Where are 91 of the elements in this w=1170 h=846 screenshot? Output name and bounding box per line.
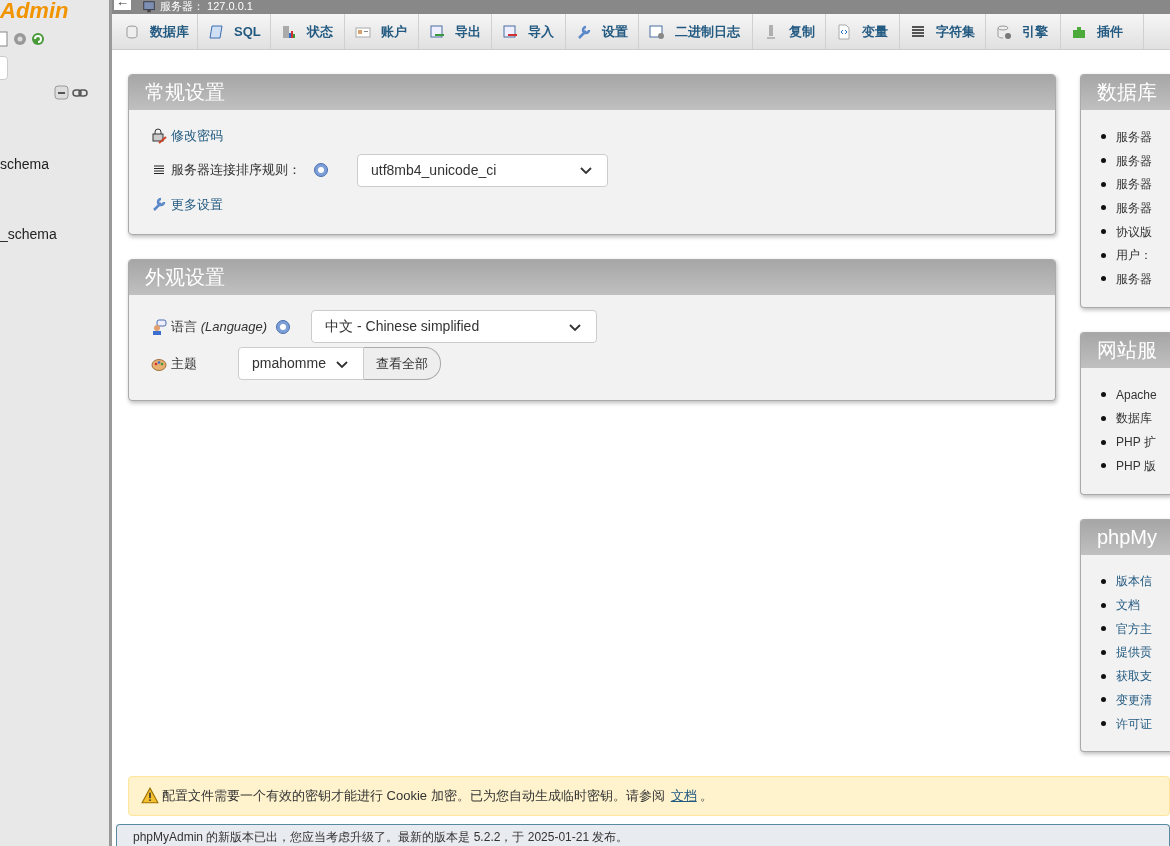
import-icon	[502, 23, 518, 40]
panel-title: phpMy	[1081, 519, 1170, 555]
nav-tab[interactable]: 复制	[753, 14, 826, 49]
info-item: 服务器	[1116, 176, 1152, 194]
bullet-icon	[1101, 673, 1106, 679]
list-icon	[910, 23, 926, 40]
bullet-icon	[1101, 439, 1106, 445]
nav-tab[interactable]: 导入	[492, 14, 566, 49]
bullet-icon	[1101, 205, 1106, 211]
info-item: PHP 版	[1116, 457, 1156, 475]
bullet-icon	[1101, 252, 1106, 258]
info-item: 服务器	[1116, 270, 1152, 288]
nav-tab[interactable]: SQL	[198, 14, 271, 49]
info-link[interactable]: 提供贡	[1116, 643, 1152, 662]
nav-tab[interactable]: 插件	[1061, 14, 1144, 49]
nav-tab[interactable]: 设置	[566, 14, 639, 49]
info-item: 用户：	[1116, 247, 1152, 265]
chart-icon	[281, 23, 297, 40]
bullet-icon	[1101, 649, 1106, 655]
info-item: 协议版	[1116, 223, 1152, 241]
logo-text: Admin	[0, 0, 69, 25]
lock-pen-icon	[151, 127, 167, 144]
help-icon	[313, 162, 329, 178]
database-item[interactable]: _schema	[0, 224, 57, 245]
code-file-icon	[836, 23, 852, 40]
info-link[interactable]: 版本信	[1116, 572, 1152, 591]
bullet-icon	[1101, 276, 1106, 282]
info-link[interactable]: 文档	[1116, 596, 1140, 615]
server-label[interactable]: 服务器： 127.0.0.1	[160, 0, 253, 13]
warning-icon	[141, 787, 159, 805]
bullet-icon	[1101, 578, 1106, 584]
theme-label: 主题	[171, 354, 197, 373]
nav-tab[interactable]: 引擎	[986, 14, 1061, 49]
info-link[interactable]: 变更清	[1116, 690, 1152, 709]
server-icon	[142, 0, 156, 14]
bullet-icon	[1101, 181, 1106, 187]
info-item: 服务器	[1116, 199, 1152, 217]
view-all-button[interactable]: 查看全部	[364, 347, 441, 380]
info-link[interactable]: 许可证	[1116, 714, 1152, 733]
panel-title: 网站服	[1081, 332, 1170, 368]
refresh-icon	[30, 31, 46, 47]
info-link[interactable]: 官方主	[1116, 619, 1152, 638]
info-link[interactable]: 获取支	[1116, 667, 1152, 686]
nav-tab[interactable]: 字符集	[900, 14, 986, 49]
bullet-icon	[1101, 415, 1106, 421]
panel-title: 外观设置	[129, 260, 1055, 295]
bullet-icon	[1101, 463, 1106, 469]
bullet-icon	[1101, 697, 1106, 703]
info-item: 服务器	[1116, 152, 1152, 170]
collation-label: 服务器连接排序规则：	[171, 161, 301, 180]
nav-tab[interactable]: 变量	[826, 14, 900, 49]
notice-text: phpMyAdmin 的新版本已出，您应当考虑升级了。最新的版本是 5.2.2，于 2025-01-21 发布。	[133, 830, 629, 846]
scroll-icon	[208, 23, 224, 40]
database-icon	[124, 23, 140, 40]
bullet-icon	[1101, 626, 1106, 632]
docs-link[interactable]: 文档	[670, 786, 697, 806]
wrench-icon	[576, 23, 592, 40]
export-icon	[429, 23, 445, 40]
dropdown[interactable]: utf8mb4_unicode_ci	[357, 153, 608, 187]
nav-tab[interactable]: 状态	[271, 14, 345, 49]
bullet-icon	[1101, 602, 1106, 608]
nav-tab[interactable]: 数据库	[114, 14, 198, 49]
database-gear-icon	[996, 23, 1012, 40]
help-icon	[275, 318, 292, 335]
warning-text: 配置文件需要一个有效的密钥才能进行 Cookie 加密。已为您自动生成临时密钥。请参阅	[162, 787, 665, 806]
nav-tab[interactable]: 导出	[419, 14, 492, 49]
bullet-icon	[1101, 158, 1106, 164]
warning-punctuation: 。	[699, 787, 713, 806]
database-item[interactable]: schema	[0, 154, 50, 175]
dropdown[interactable]: 中文 - Chinese simplified	[311, 310, 598, 343]
collapse-icon	[54, 85, 70, 101]
bullet-icon	[1101, 134, 1106, 140]
panel-title: 常规设置	[129, 75, 1055, 110]
back-button[interactable]: ←	[114, 0, 131, 10]
change-password-link[interactable]: 修改密码	[171, 126, 223, 146]
nav-tab[interactable]: 账户	[345, 14, 419, 49]
info-item: 服务器	[1116, 128, 1152, 146]
panel-title: 数据库	[1081, 75, 1170, 110]
language-label: 语言 (Language)	[171, 317, 268, 336]
info-item: PHP 扩	[1116, 434, 1156, 452]
dropdown[interactable]: pmahomme	[238, 347, 364, 380]
gear-icon	[12, 31, 28, 47]
bullet-icon	[1101, 721, 1106, 727]
bullet-icon	[1101, 229, 1106, 235]
wrench-icon	[151, 196, 167, 213]
info-item: Apache	[1116, 386, 1157, 404]
more-settings-link[interactable]: 更多设置	[171, 194, 223, 214]
info-item: 数据库	[1116, 410, 1152, 428]
bullet-icon	[1101, 392, 1106, 398]
nav-tab[interactable]: 二进制日志	[639, 14, 753, 49]
person-speech-icon	[151, 318, 167, 335]
